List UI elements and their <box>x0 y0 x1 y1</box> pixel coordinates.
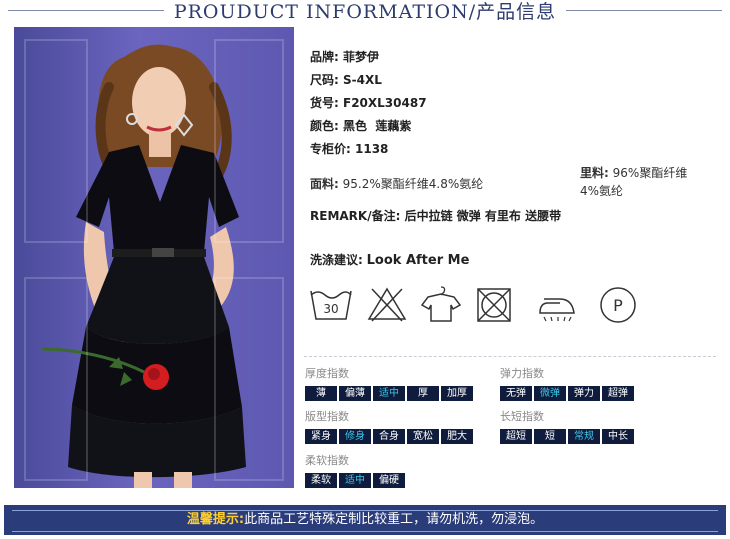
fit-scale: 紧身 修身 合身 宽松 肥大 <box>305 429 473 444</box>
softness-option: 适中 <box>339 473 371 488</box>
spec-value: S-4XL <box>343 73 382 87</box>
length-option: 超短 <box>500 429 532 444</box>
spec-brand: 品牌: 菲梦伊 <box>310 48 379 65</box>
remark-label: REMARK/备注: <box>310 209 401 223</box>
lining-label: 里料: <box>580 166 609 180</box>
fabric-label: 面料: <box>310 177 339 191</box>
fabric-value: 95.2%聚酯纤维4.8%氨纶 <box>342 177 484 191</box>
elasticity-scale: 无弹 微弹 弹力 超弹 <box>500 386 634 401</box>
page-title: PROUDUCT INFORMATION/产品信息 <box>0 0 730 24</box>
no-bleach-icon <box>367 287 407 322</box>
fit-option: 合身 <box>373 429 405 444</box>
hang-dry-icon <box>420 286 462 322</box>
remark-value: 后中拉链 微弹 有里布 送腰带 <box>404 209 562 223</box>
thickness-option: 加厚 <box>441 386 473 401</box>
length-label: 长短指数 <box>500 410 544 423</box>
spec-label: 颜色: <box>310 119 339 133</box>
length-option: 常规 <box>568 429 600 444</box>
iron-icon <box>539 298 575 322</box>
spec-label: 货号: <box>310 96 339 110</box>
wash-label: 洗涤建议: <box>310 253 363 267</box>
thickness-scale: 薄偏薄 适中厚加厚 <box>305 386 473 401</box>
wall-panel <box>24 277 88 481</box>
elasticity-option: 弹力 <box>568 386 600 401</box>
length-option: 中长 <box>602 429 634 444</box>
spec-size: 尺码: S-4XL <box>310 71 382 88</box>
fit-label: 版型指数 <box>305 410 349 423</box>
fit-option: 肥大 <box>441 429 473 444</box>
notice-message: 此商品工艺特殊定制比较重工，请勿机洗，勿浸泡。 <box>244 512 544 527</box>
wash-30-icon: 30 <box>310 290 352 320</box>
fit-option: 修身 <box>339 429 371 444</box>
lining-value: 96%聚酯纤维 <box>612 166 688 180</box>
lining-value-2: 4%氨纶 <box>580 184 624 198</box>
divider <box>304 356 716 358</box>
fit-option: 紧身 <box>305 429 337 444</box>
spec-label: 专柜价: <box>310 142 351 156</box>
wash-advice: 洗涤建议: Look After Me <box>310 251 469 268</box>
dry-clean-p-icon: P <box>600 287 636 323</box>
spec-value: 1138 <box>355 142 389 156</box>
spec-lining: 里料: 96%聚酯纤维 4%氨纶 <box>580 164 710 200</box>
remark: REMARK/备注: 后中拉链 微弹 有里布 送腰带 <box>310 207 561 224</box>
length-scale: 超短短常规 中长 <box>500 429 634 444</box>
wash-value: Look After Me <box>366 253 470 268</box>
softness-label: 柔软指数 <box>305 454 349 467</box>
dry-clean-letter: P <box>613 296 623 315</box>
thickness-option: 厚 <box>407 386 439 401</box>
spec-label: 品牌: <box>310 50 339 64</box>
spec-item-number: 货号: F20XL30487 <box>310 94 427 111</box>
length-option: 短 <box>534 429 566 444</box>
notice-text: 温馨提示:此商品工艺特殊定制比较重工，请勿机洗，勿浸泡。 <box>4 511 726 529</box>
thickness-option: 薄 <box>305 386 337 401</box>
spec-color: 颜色: 黑色 莲藕紫 <box>310 117 411 134</box>
notice-banner: 温馨提示:此商品工艺特殊定制比较重工，请勿机洗，勿浸泡。 <box>4 505 726 535</box>
softness-option: 柔软 <box>305 473 337 488</box>
spec-value: 黑色 莲藕紫 <box>343 119 412 133</box>
thickness-option: 适中 <box>373 386 405 401</box>
elasticity-option: 超弹 <box>602 386 634 401</box>
thickness-option: 偏薄 <box>339 386 371 401</box>
elasticity-option: 微弹 <box>534 386 566 401</box>
softness-option: 偏硬 <box>373 473 405 488</box>
spec-label: 尺码: <box>310 73 339 87</box>
thickness-label: 厚度指数 <box>305 367 349 380</box>
wall-panel <box>24 39 88 243</box>
spec-price: 专柜价: 1138 <box>310 140 388 157</box>
spec-fabric: 面料: 95.2%聚酯纤维4.8%氨纶 <box>310 175 483 192</box>
wall-panel <box>214 39 284 243</box>
elasticity-option: 无弹 <box>500 386 532 401</box>
product-photo <box>14 27 294 488</box>
care-icons: 30 P <box>308 285 648 329</box>
elasticity-label: 弹力指数 <box>500 367 544 380</box>
notice-warn: 温馨提示: <box>186 512 245 527</box>
spec-value: 菲梦伊 <box>343 50 380 64</box>
softness-scale: 柔软 适中 偏硬 <box>305 473 405 488</box>
wall-panel <box>214 277 284 481</box>
no-tumble-dry-icon <box>477 288 511 322</box>
spec-value: F20XL30487 <box>343 96 427 110</box>
wash-temp: 30 <box>323 302 338 316</box>
page-title-text: PROUDUCT INFORMATION/产品信息 <box>163 1 567 23</box>
fit-option: 宽松 <box>407 429 439 444</box>
